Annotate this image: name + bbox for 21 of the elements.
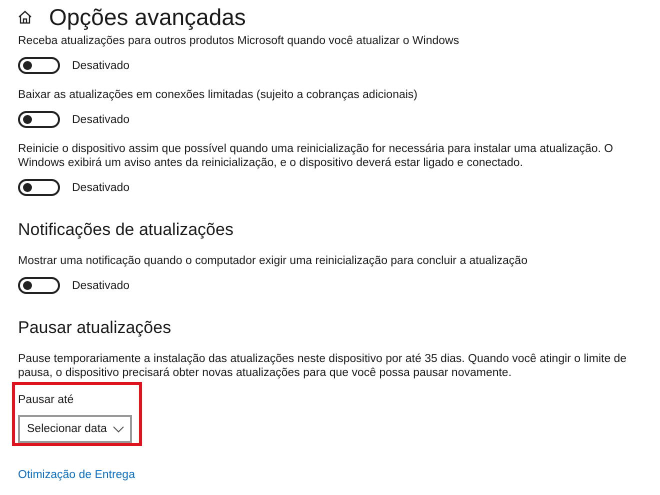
toggle-switch[interactable] bbox=[18, 57, 60, 74]
setting-description: Baixar as atualizações em conexões limitadas (sujeito a cobranças adicionais) bbox=[18, 88, 419, 102]
toggle-switch[interactable] bbox=[18, 277, 60, 294]
dropdown-label: Pausar até bbox=[18, 394, 74, 406]
toggle-switch[interactable] bbox=[18, 179, 60, 196]
section-heading: Notificações de atualizações bbox=[18, 220, 234, 240]
toggle-label: Desativado bbox=[72, 60, 130, 72]
setting-description: Reinicie o dispositivo assim que possível quando uma reinicialização for necessária para instalar uma atualização. O Windows exibirá um aviso antes da reinicialização, e o dispositivo deverá estar ligado e conectado. bbox=[18, 142, 614, 170]
page-title: Opções avançadas bbox=[49, 4, 246, 30]
setting-description: Receba atualizações para outros produtos Microsoft quando você atualizar o Windows bbox=[18, 34, 460, 48]
toggle-label: Desativado bbox=[72, 182, 130, 194]
chevron-down-icon bbox=[112, 426, 124, 432]
section-description: Pause temporariamente a instalação das atualizações neste dispositivo por até 35 dias. Quando você atingir o limite de pausa, o dispositivo precisará obter novas atualizações para que você possa pausar novamente. bbox=[18, 352, 628, 380]
toggle-label: Desativado bbox=[72, 280, 130, 292]
date-dropdown[interactable]: Selecionar data bbox=[18, 415, 132, 443]
home-icon[interactable] bbox=[17, 9, 33, 25]
toggle-switch[interactable] bbox=[18, 111, 60, 128]
setting-description: Mostrar uma notificação quando o computador exigir uma reinicialização para concluir a atualização bbox=[18, 254, 528, 268]
delivery-optimization-link[interactable]: Otimização de Entrega bbox=[18, 469, 135, 481]
toggle-label: Desativado bbox=[72, 114, 130, 126]
section-heading: Pausar atualizações bbox=[18, 318, 172, 338]
